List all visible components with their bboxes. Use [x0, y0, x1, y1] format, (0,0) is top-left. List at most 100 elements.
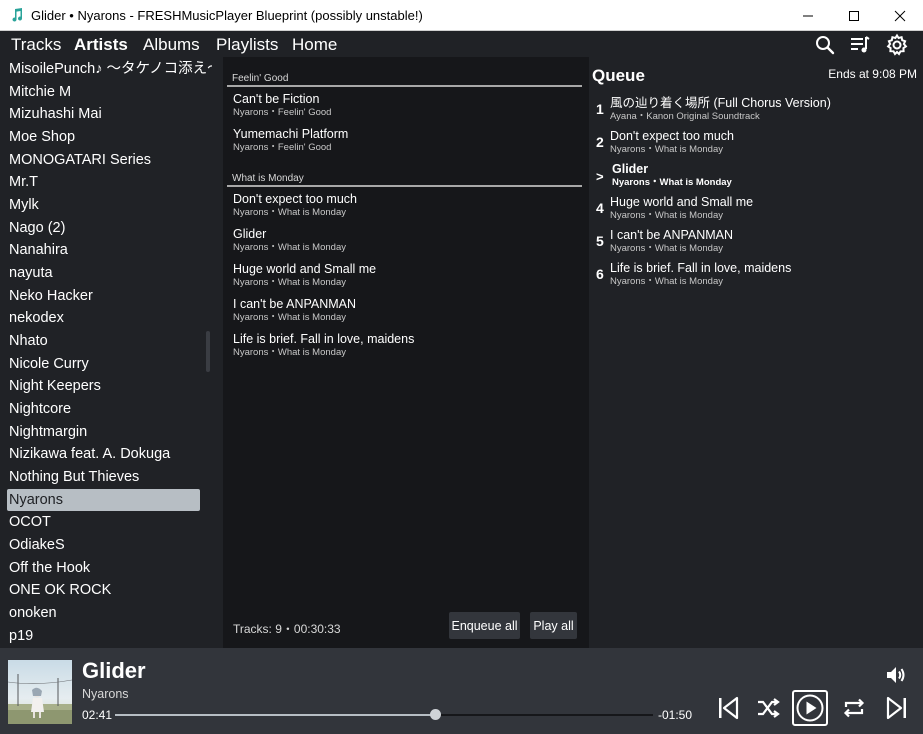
- shuffle-button[interactable]: [753, 693, 783, 723]
- artist-list-item[interactable]: Nanahira: [7, 239, 200, 261]
- queue-item-title: I can't be ANPANMAN: [610, 228, 734, 242]
- album-art-image: [8, 660, 72, 724]
- album-group-header: Feelin' Good: [227, 69, 582, 87]
- artist-list-item[interactable]: Nyarons: [7, 488, 200, 511]
- tab-artists[interactable]: Artists: [74, 35, 128, 55]
- track-subtitle: Nyarons・What is Monday: [233, 207, 346, 218]
- queue-item-subtitle: Nyarons・What is Monday: [610, 144, 723, 155]
- artist-list-item[interactable]: Moe Shop: [7, 126, 200, 148]
- artist-list-item[interactable]: nekodex: [7, 307, 200, 329]
- queue-item-number: 6: [596, 266, 604, 282]
- previous-icon: [719, 696, 739, 720]
- track-subtitle: Nyarons・What is Monday: [233, 277, 346, 288]
- track-title: Don't expect too much: [233, 192, 357, 206]
- queue-item[interactable]: 2 Don't expect too much Nyarons・What is Mo…: [589, 129, 919, 159]
- queue-item[interactable]: > Glider Nyarons・What is Monday: [589, 162, 919, 192]
- artist-list-item[interactable]: Nhato: [7, 330, 200, 352]
- artist-list-item[interactable]: Nightcore: [7, 398, 200, 420]
- track-subtitle: Nyarons・What is Monday: [233, 242, 346, 253]
- queue-item[interactable]: 4 Huge world and Small me Nyarons・What is …: [589, 195, 919, 225]
- repeat-button[interactable]: [839, 693, 869, 723]
- artist-list-scrollbar[interactable]: [206, 331, 210, 372]
- artist-list-item[interactable]: Mizuhashi Mai: [7, 103, 200, 125]
- artist-list-item[interactable]: Nicole Curry: [7, 353, 200, 375]
- repeat-icon: [843, 698, 865, 718]
- queue-item-title: Life is brief. Fall in love, maidens: [610, 261, 792, 275]
- queue-item-subtitle: Nyarons・What is Monday: [610, 243, 723, 254]
- artist-list-item[interactable]: Nothing But Thieves: [7, 466, 200, 488]
- artist-list-item[interactable]: OCOT: [7, 511, 200, 533]
- track-row[interactable]: Life is brief. Fall in love, maidens Nyar…: [233, 332, 573, 358]
- track-row[interactable]: Yumemachi Platform Nyarons・Feelin' Good: [233, 127, 573, 153]
- queue-item[interactable]: 1 風の辿り着く場所 (Full Chorus Version) Ayana・Kan…: [589, 96, 919, 126]
- track-panel: Tracks: 9・00:30:33 Enqueue all Play all …: [223, 57, 589, 648]
- artist-list-item[interactable]: OdiakeS: [7, 534, 200, 556]
- minimize-icon: [803, 15, 813, 16]
- queue-item-title: Glider: [612, 162, 649, 176]
- artist-list[interactable]: MisoilePunch♪ 〜タケノコ添え〜 Mitchie M Mizuhashi…: [0, 57, 212, 648]
- remaining-time: -01:50: [658, 708, 693, 722]
- track-subtitle: Nyarons・What is Monday: [233, 312, 346, 323]
- artist-list-item[interactable]: Mylk: [7, 194, 200, 216]
- enqueue-all-button[interactable]: Enqueue all: [449, 612, 520, 639]
- artist-list-item[interactable]: Mr.T: [7, 171, 200, 193]
- maximize-icon: [849, 10, 859, 21]
- settings-icon[interactable]: [885, 33, 909, 57]
- next-icon: [886, 696, 906, 720]
- close-button[interactable]: [877, 0, 923, 31]
- queue-item-title: Don't expect too much: [610, 129, 734, 143]
- queue-item-subtitle: Nyarons・What is Monday: [612, 177, 732, 188]
- artist-list-item[interactable]: ONE OK ROCK: [7, 579, 200, 601]
- artist-list-item[interactable]: Off the Hook: [7, 557, 200, 579]
- track-row[interactable]: Don't expect too much Nyarons・What is Mon…: [233, 192, 573, 218]
- play-pause-button[interactable]: [792, 690, 828, 726]
- now-playing-artist[interactable]: Nyarons: [82, 687, 129, 701]
- seek-bar-thumb[interactable]: [429, 709, 441, 720]
- track-title: Glider: [233, 227, 267, 241]
- play-all-button[interactable]: Play all: [530, 612, 577, 639]
- track-row[interactable]: Huge world and Small me Nyarons・What is M…: [233, 262, 573, 288]
- artist-list-item[interactable]: Nizikawa feat. A. Dokuga: [7, 443, 200, 465]
- track-row[interactable]: Glider Nyarons・What is Monday: [233, 227, 573, 253]
- tab-playlists[interactable]: Playlists: [216, 35, 278, 55]
- track-row[interactable]: Can't be Fiction Nyarons・Feelin' Good: [233, 92, 573, 118]
- window-title: Glider • Nyarons - FRESHMusicPlayer Blue…: [31, 8, 423, 23]
- queue-item-number: 2: [596, 134, 604, 150]
- search-icon[interactable]: [813, 33, 837, 57]
- queue-item-subtitle: Nyarons・What is Monday: [610, 210, 723, 221]
- queue-item-title: 風の辿り着く場所 (Full Chorus Version): [610, 96, 831, 110]
- next-button[interactable]: [882, 693, 912, 723]
- maximize-button[interactable]: [831, 0, 877, 31]
- queue-item-number: 1: [596, 101, 604, 117]
- volume-button[interactable]: [881, 660, 911, 690]
- artist-list-item[interactable]: nayuta: [7, 262, 200, 284]
- artist-list-item[interactable]: MisoilePunch♪ 〜タケノコ添え〜: [7, 58, 212, 80]
- track-title: Life is brief. Fall in love, maidens: [233, 332, 415, 346]
- queue-item-number: 5: [596, 233, 604, 249]
- now-playing-title: Glider: [82, 658, 146, 683]
- artist-list-item[interactable]: Neko Hacker: [7, 285, 200, 307]
- artist-list-item[interactable]: Night Keepers: [7, 375, 200, 397]
- track-summary: Tracks: 9・00:30:33: [233, 622, 341, 636]
- queue-item[interactable]: 6 Life is brief. Fall in love, maidens Nya…: [589, 261, 919, 291]
- track-subtitle: Nyarons・What is Monday: [233, 347, 346, 358]
- seek-bar[interactable]: [115, 709, 653, 720]
- artist-list-item[interactable]: Nightmargin: [7, 421, 200, 443]
- queue-icon[interactable]: [848, 33, 872, 57]
- tab-home[interactable]: Home: [292, 35, 337, 55]
- artist-list-item[interactable]: Mitchie M: [7, 81, 200, 103]
- player-bar: Glider Nyarons 02:41 -01:50: [0, 648, 923, 734]
- title-bar: Glider • Nyarons - FRESHMusicPlayer Blue…: [0, 0, 923, 31]
- previous-button[interactable]: [713, 693, 743, 723]
- track-subtitle: Nyarons・Feelin' Good: [233, 142, 332, 153]
- track-row[interactable]: I can't be ANPANMAN Nyarons・What is Monda…: [233, 297, 573, 323]
- tab-tracks[interactable]: Tracks: [11, 35, 61, 55]
- artist-list-item[interactable]: Nago (2): [7, 217, 200, 239]
- artist-list-item[interactable]: p19: [7, 625, 200, 647]
- minimize-button[interactable]: [785, 0, 831, 31]
- queue-item[interactable]: 5 I can't be ANPANMAN Nyarons・What is Mond…: [589, 228, 919, 258]
- artist-list-item[interactable]: MONOGATARI Series: [7, 149, 200, 171]
- artist-list-item[interactable]: onoken: [7, 602, 200, 624]
- track-title: I can't be ANPANMAN: [233, 297, 357, 311]
- tab-albums[interactable]: Albums: [143, 35, 200, 55]
